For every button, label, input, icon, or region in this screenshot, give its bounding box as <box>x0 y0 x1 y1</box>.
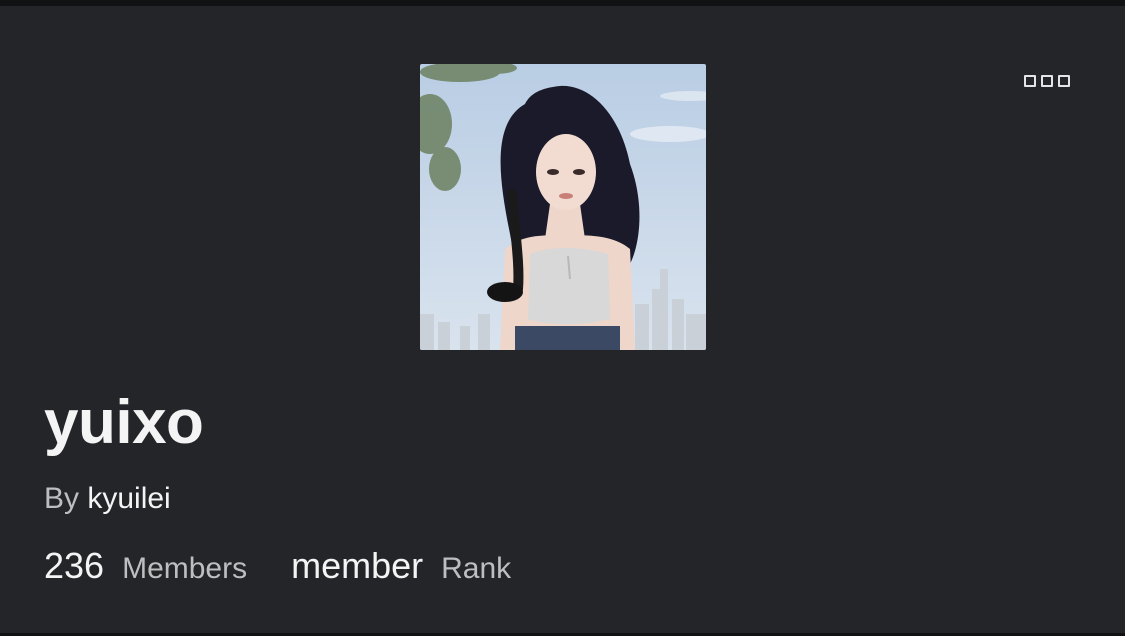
group-stats: 236 Members member Rank <box>44 548 511 584</box>
more-options-button[interactable] <box>1016 68 1078 94</box>
more-options-icon <box>1058 75 1070 87</box>
more-options-icon <box>1024 75 1036 87</box>
owner-prefix: By <box>44 482 80 515</box>
members-label: Members <box>122 552 248 585</box>
group-name: yuixo <box>44 388 204 457</box>
owner-line: By kyuilei <box>44 484 171 514</box>
group-icon-image <box>420 64 706 350</box>
owner-name-link[interactable]: kyuilei <box>87 482 170 515</box>
top-border <box>0 0 1125 6</box>
rank-value: member <box>291 545 424 586</box>
more-options-icon <box>1041 75 1053 87</box>
members-count: 236 <box>44 545 105 586</box>
rank-label: Rank <box>441 552 512 585</box>
